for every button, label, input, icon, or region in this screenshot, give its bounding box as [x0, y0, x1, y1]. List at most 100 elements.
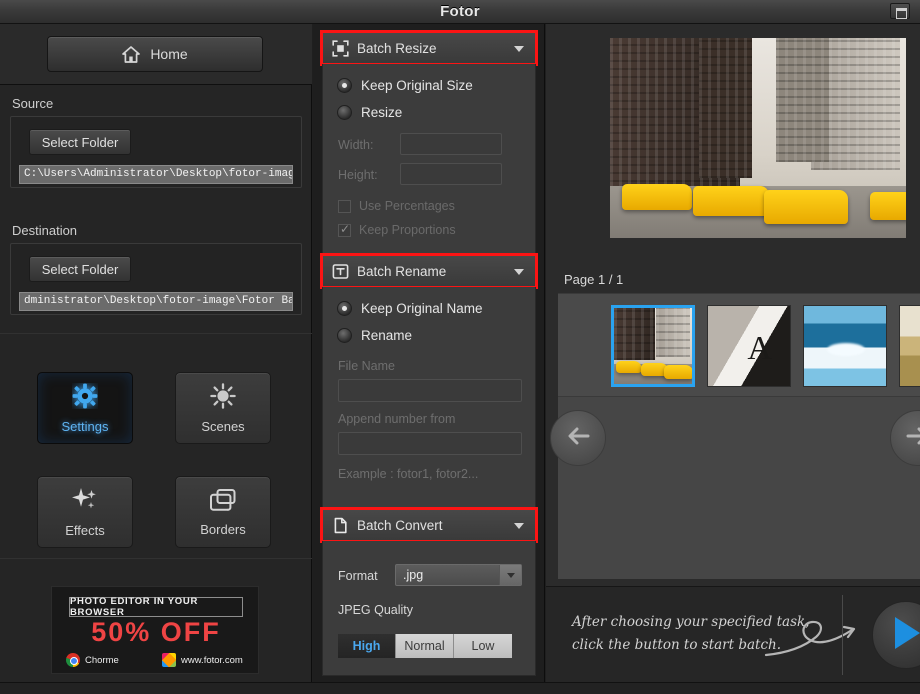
promo-browser-row: Chorme — [66, 653, 119, 667]
thumbnail-field-landscape[interactable] — [899, 305, 920, 387]
chevron-down-icon[interactable] — [514, 523, 524, 529]
batch-resize-title: Batch Resize — [357, 41, 437, 56]
destination-group: Select Folder dministrator\Desktop\fotor… — [10, 243, 302, 315]
page-indicator: Page 1 / 1 — [564, 272, 623, 287]
status-bar — [0, 682, 920, 694]
destination-path-field[interactable]: dministrator\Desktop\fotor-image\Fotor B… — [19, 292, 293, 311]
promo-browser-label: Chorme — [85, 655, 119, 666]
hint-divider — [842, 595, 843, 675]
home-button-label: Home — [150, 46, 187, 62]
main-preview-image[interactable] — [610, 38, 906, 238]
source-select-folder-button[interactable]: Select Folder — [29, 129, 131, 155]
keep-original-name-radio[interactable]: Keep Original Name — [337, 301, 483, 316]
resize-label: Resize — [361, 105, 402, 120]
preview-taxi-3 — [764, 190, 848, 224]
play-icon — [889, 615, 920, 656]
file-name-input[interactable] — [338, 379, 522, 402]
format-select-value: .jpg — [403, 568, 423, 582]
batch-resize-body: Keep Original Size Resize Width: Height:… — [322, 64, 536, 272]
start-batch-button[interactable] — [872, 601, 920, 669]
batch-resize-header[interactable]: Batch Resize — [322, 32, 536, 64]
batch-rename-body: Keep Original Name Rename File Name Appe… — [322, 287, 536, 509]
promo-offer: 50% OFF — [52, 617, 260, 648]
jpeg-quality-segmented-control: High Normal Low — [338, 634, 512, 658]
keep-original-size-radio[interactable]: Keep Original Size — [337, 78, 473, 93]
content-scroll-area — [558, 397, 920, 579]
destination-section-label: Destination — [12, 223, 77, 238]
promo-banner[interactable]: PHOTO EDITOR IN YOUR BROWSER 50% OFF Cho… — [51, 586, 259, 674]
keep-original-name-label: Keep Original Name — [361, 301, 483, 316]
use-percentages-checkbox[interactable]: Use Percentages — [338, 199, 455, 213]
home-button[interactable]: Home — [47, 36, 263, 72]
batch-rename-header[interactable]: Batch Rename — [322, 255, 536, 287]
destination-select-folder-button[interactable]: Select Folder — [29, 256, 131, 282]
mode-tile-scenes[interactable]: Scenes — [175, 372, 271, 444]
checkbox-indicator — [338, 200, 351, 213]
promo-headline: PHOTO EDITOR IN YOUR BROWSER — [69, 597, 243, 617]
fotor-app-window: Fotor Home Source Select Folder C:\Users… — [0, 0, 920, 694]
chevron-down-icon[interactable] — [499, 565, 521, 585]
preview-area — [546, 24, 920, 238]
batch-rename-title: Batch Rename — [357, 264, 446, 279]
append-number-input[interactable] — [338, 432, 522, 455]
divider-above-tiles — [0, 333, 312, 334]
preview-panel: Page 1 / 1 — [546, 24, 920, 682]
promo-site-row: www.fotor.com — [162, 653, 243, 667]
radio-indicator — [337, 78, 352, 93]
promo-site-label: www.fotor.com — [181, 655, 243, 666]
thumbnail-letter-a-sculpture[interactable] — [707, 305, 791, 387]
preview-taxi-4 — [870, 192, 906, 220]
home-icon — [122, 46, 140, 63]
arrow-right-icon — [906, 427, 920, 450]
resize-frame-icon — [332, 40, 349, 57]
frames-icon — [209, 488, 237, 517]
sun-icon — [210, 383, 236, 414]
width-input[interactable] — [400, 133, 502, 155]
quality-option-low[interactable]: Low — [454, 634, 512, 658]
mode-tile-borders-label: Borders — [200, 522, 246, 537]
preview-building-left-2 — [699, 38, 752, 178]
height-input[interactable] — [400, 163, 502, 185]
rename-example-label: Example : fotor1, fotor2... — [338, 467, 478, 481]
mode-tile-effects[interactable]: Effects — [37, 476, 133, 548]
sparkles-icon — [71, 487, 99, 518]
quality-option-high[interactable]: High — [338, 634, 396, 658]
keep-proportions-label: Keep Proportions — [359, 223, 456, 237]
mode-tile-borders[interactable]: Borders — [175, 476, 271, 548]
title-bar: Fotor — [0, 0, 920, 24]
format-select[interactable]: .jpg — [395, 564, 522, 586]
preview-taxi-1 — [622, 184, 692, 210]
arrow-left-icon — [566, 427, 590, 450]
keep-proportions-checkbox[interactable]: Keep Proportions — [338, 223, 456, 237]
batch-convert-header[interactable]: Batch Convert — [322, 509, 536, 541]
thumbnail-nyc-taxis[interactable] — [611, 305, 695, 387]
previous-page-button[interactable] — [550, 410, 606, 466]
mode-tile-scenes-label: Scenes — [201, 419, 244, 434]
preview-taxi-2 — [693, 186, 769, 216]
checkbox-indicator — [338, 224, 351, 237]
mode-tile-effects-label: Effects — [65, 523, 105, 538]
preview-building-right-2 — [776, 38, 829, 162]
gear-icon — [72, 383, 98, 414]
chevron-down-icon[interactable] — [514, 269, 524, 275]
minimize-button[interactable] — [890, 3, 910, 19]
fotor-logo-icon — [162, 653, 176, 667]
width-label: Width: — [338, 138, 373, 152]
mode-tile-settings[interactable]: Settings — [37, 372, 133, 444]
divider-above-ad — [0, 558, 312, 559]
chevron-down-icon[interactable] — [514, 46, 524, 52]
quality-option-normal[interactable]: Normal — [396, 634, 454, 658]
thumbnail-surfer-wave[interactable] — [803, 305, 887, 387]
file-name-label: File Name — [338, 359, 395, 373]
text-box-icon — [332, 263, 349, 280]
document-icon — [332, 517, 349, 534]
format-label: Format — [338, 569, 378, 583]
batch-convert-body: Format .jpg JPEG Quality High Normal Low — [322, 541, 536, 676]
batch-convert-title: Batch Convert — [357, 518, 443, 533]
resize-radio[interactable]: Resize — [337, 105, 402, 120]
keep-original-size-label: Keep Original Size — [361, 78, 473, 93]
radio-indicator — [337, 105, 352, 120]
source-path-field[interactable]: C:\Users\Administrator\Desktop\fotor-ima… — [19, 165, 293, 184]
rename-radio[interactable]: Rename — [337, 328, 412, 343]
rename-label: Rename — [361, 328, 412, 343]
